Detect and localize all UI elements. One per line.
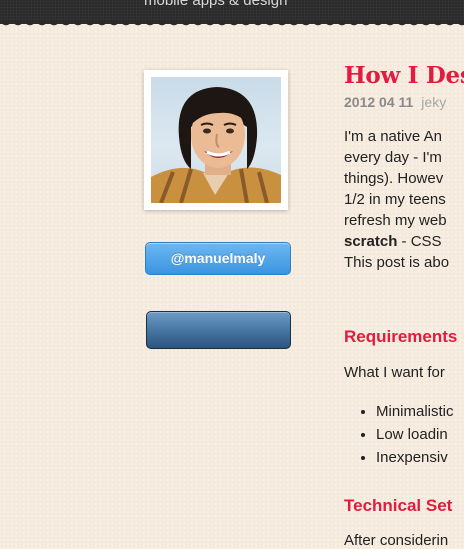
paragraph-line: 1/2 in my teens: [344, 191, 446, 208]
portrait-illustration: [151, 87, 281, 203]
requirements-heading: Requirements: [344, 327, 458, 346]
technical-setup-text: After considerin: [344, 532, 449, 549]
header-scallop-edge: [0, 20, 464, 30]
paragraph-line: scratch - CSS: [344, 231, 464, 252]
requirements-intro: What I want for: [344, 364, 445, 381]
article: How I Desi 2012 04 11 jeky I'm a native A…: [344, 62, 464, 273]
paragraph-rest: - CSS: [397, 233, 442, 250]
paragraph-line: every day - I'm: [344, 149, 442, 166]
paragraph-line: refresh my web: [344, 212, 447, 229]
paragraph-line: things). Howev: [344, 170, 444, 187]
post-meta: 2012 04 11 jeky: [344, 94, 464, 110]
list-item: Low loadin: [376, 423, 454, 446]
sidebar-action-button[interactable]: [146, 311, 291, 349]
paragraph-line: This post is abo: [344, 254, 450, 271]
technical-setup-heading: Technical Set: [344, 496, 453, 515]
paragraph-bold: scratch: [344, 233, 398, 250]
avatar-photo: [151, 77, 281, 203]
site-tagline: mobile apps & design: [144, 0, 288, 9]
post-title[interactable]: How I Desi: [344, 62, 464, 89]
twitter-follow-button[interactable]: @manuelmaly: [145, 242, 291, 275]
list-item: Inexpensiv: [376, 446, 454, 469]
post-date: 2012 04 11: [344, 94, 414, 110]
avatar: [144, 70, 288, 210]
requirements-list: Minimalistic Low loadin Inexpensiv: [358, 400, 454, 469]
list-item: Minimalistic: [376, 400, 454, 423]
paragraph-line: I'm a native An: [344, 128, 442, 145]
post-intro-paragraph: I'm a native An every day - I'm things).…: [344, 126, 464, 273]
post-tag[interactable]: jeky: [421, 94, 446, 110]
